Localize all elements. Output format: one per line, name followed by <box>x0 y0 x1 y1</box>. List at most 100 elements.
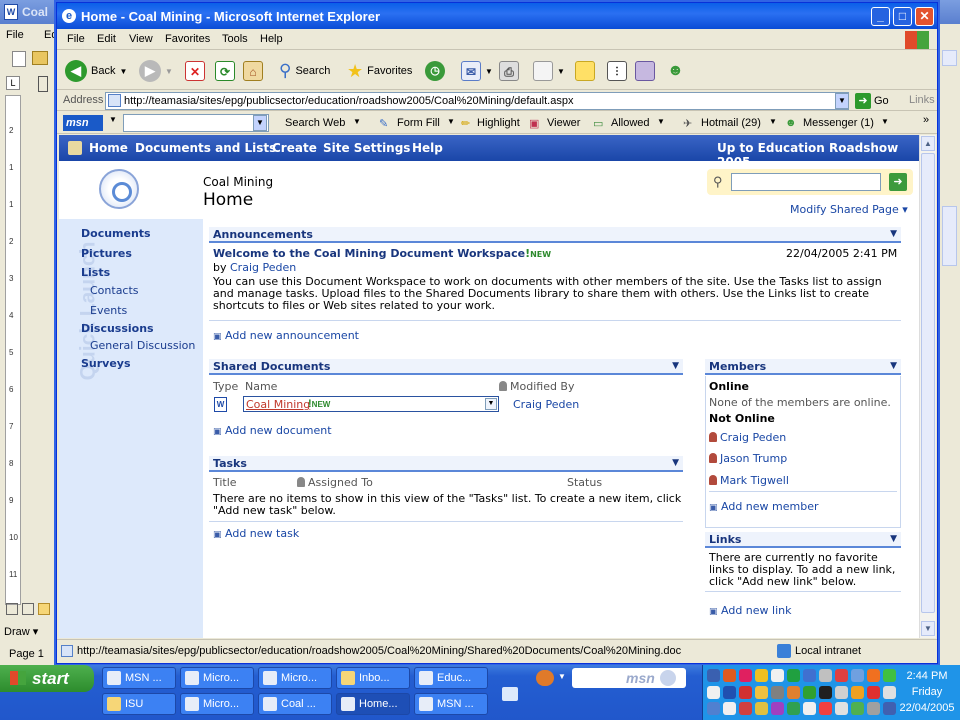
tray-icon[interactable] <box>803 669 816 682</box>
print-view-icon[interactable] <box>38 603 50 615</box>
tray-icon[interactable] <box>755 702 768 716</box>
member-mark-tigwell[interactable]: Mark Tigwell <box>709 474 789 487</box>
links-header[interactable]: Links ▼ <box>705 532 901 548</box>
menu-edit[interactable]: Edit <box>97 33 116 45</box>
close-button[interactable]: ✕ <box>915 7 934 26</box>
tray-icon[interactable] <box>771 702 784 716</box>
stop-button[interactable]: ✕ <box>185 58 205 84</box>
highlight-button[interactable]: Highlight <box>477 117 520 129</box>
allowed-dropdown-icon[interactable]: ▼ <box>657 117 665 126</box>
discuss-button[interactable] <box>635 58 655 84</box>
notes-button[interactable] <box>575 58 595 84</box>
tray-icon[interactable] <box>835 702 848 716</box>
tray-icon[interactable] <box>755 669 768 682</box>
tray-icon[interactable] <box>883 702 896 716</box>
document-name-link[interactable]: Coal Mining <box>246 398 310 411</box>
tray-icon[interactable] <box>771 669 784 682</box>
search-button[interactable]: ⚲ Search <box>279 58 330 84</box>
add-new-document-link[interactable]: ▣ Add new document <box>213 424 332 437</box>
form-fill-dropdown-icon[interactable]: ▼ <box>447 117 455 126</box>
hotmail-dropdown-icon[interactable]: ▼ <box>769 117 777 126</box>
nav-create[interactable]: Create <box>272 141 317 155</box>
nav-home[interactable]: Home <box>89 141 128 155</box>
msn-messenger-button[interactable]: ☻ <box>667 58 684 84</box>
menu-help[interactable]: Help <box>260 33 283 45</box>
tray-icon[interactable] <box>819 685 832 699</box>
page-vertical-scrollbar[interactable]: ▲ ▼ <box>919 135 936 638</box>
col-type[interactable]: Type <box>213 381 238 393</box>
col-name[interactable]: Name <box>245 381 277 393</box>
ql-pictures[interactable]: Pictures <box>81 247 132 260</box>
document-modified-by-link[interactable]: Craig Peden <box>513 398 579 411</box>
task-msn-1[interactable]: MSN ... <box>102 667 176 689</box>
word-menu-file[interactable]: File <box>6 29 24 41</box>
nav-help[interactable]: Help <box>412 141 443 155</box>
messenger-button[interactable]: ⋮ <box>607 58 627 84</box>
mail-button[interactable]: ✉ ▼ <box>461 58 493 84</box>
favorites-button[interactable]: ★ Favorites <box>347 58 412 84</box>
announcements-menu-icon[interactable]: ▼ <box>890 227 897 242</box>
ql-general-discussion[interactable]: General Discussion <box>90 339 195 352</box>
shared-documents-menu-icon[interactable]: ▼ <box>672 359 679 374</box>
nav-documents-and-lists[interactable]: Documents and Lists <box>135 141 276 155</box>
tray-icon[interactable] <box>787 669 800 682</box>
start-button[interactable]: start <box>0 665 94 692</box>
announcements-header[interactable]: Announcements ▼ <box>209 227 901 243</box>
toolbar-chevron-icon[interactable]: » <box>923 114 929 126</box>
maximize-button[interactable]: □ <box>893 7 912 26</box>
menu-view[interactable]: View <box>129 33 153 45</box>
tray-icon[interactable] <box>851 685 864 699</box>
msn-search-input[interactable] <box>123 114 269 132</box>
indent-marker-icon[interactable] <box>38 76 48 92</box>
add-new-member-link[interactable]: ▣ Add new member <box>709 500 819 513</box>
ql-contacts[interactable]: Contacts <box>90 284 139 297</box>
minimize-button[interactable]: _ <box>871 7 890 26</box>
menu-favorites[interactable]: Favorites <box>165 33 210 45</box>
new-doc-icon[interactable] <box>12 51 26 67</box>
word-scroll-up-icon[interactable] <box>942 50 957 66</box>
task-micro-1[interactable]: Micro... <box>180 667 254 689</box>
home-button[interactable]: ⌂ <box>243 58 263 84</box>
task-home[interactable]: Home... <box>336 693 410 715</box>
col-assigned-to[interactable]: Assigned To <box>297 477 373 489</box>
scroll-thumb[interactable] <box>921 153 935 613</box>
clock[interactable]: 2:44 PM Friday 22/04/2005 <box>897 668 957 716</box>
members-menu-icon[interactable]: ▼ <box>890 359 897 374</box>
edit-dropdown-icon[interactable]: ▼ <box>557 67 565 76</box>
forward-button[interactable]: ▶ ▼ <box>139 58 173 84</box>
add-new-announcement-link[interactable]: ▣ Add new announcement <box>213 329 359 342</box>
tray-icon[interactable] <box>787 685 800 699</box>
tray-icon[interactable] <box>835 685 848 699</box>
tray-icon[interactable] <box>819 669 832 682</box>
tray-icon[interactable] <box>803 702 816 716</box>
history-button[interactable]: ◷ <box>425 58 445 84</box>
tray-icon[interactable] <box>707 702 720 716</box>
allowed-button[interactable]: Allowed <box>611 117 650 129</box>
tray-icon[interactable] <box>835 669 848 682</box>
back-button[interactable]: ◀ Back ▼ <box>65 58 127 84</box>
hotmail-button[interactable]: Hotmail (29) <box>701 117 761 129</box>
tray-icon[interactable] <box>707 669 720 682</box>
task-inbox[interactable]: Inbo... <box>336 667 410 689</box>
tray-icon[interactable] <box>755 685 768 699</box>
normal-view-icon[interactable] <box>6 603 18 615</box>
draw-menu[interactable]: Draw ▾ <box>4 625 38 638</box>
msn-menu-dropdown-icon[interactable]: ▼ <box>109 115 117 124</box>
mail-dropdown-icon[interactable]: ▼ <box>485 67 493 76</box>
tray-icon[interactable] <box>803 685 816 699</box>
print-button[interactable]: ⎙ <box>499 58 519 84</box>
tray-icon[interactable] <box>723 702 736 716</box>
ql-lists[interactable]: Lists <box>81 266 110 279</box>
announcement-title[interactable]: Welcome to the Coal Mining Document Work… <box>213 248 551 261</box>
links-button[interactable]: Links <box>909 94 935 106</box>
tray-icon[interactable] <box>739 685 752 699</box>
task-educ[interactable]: Educ... <box>414 667 488 689</box>
search-web-dropdown-icon[interactable]: ▼ <box>353 117 361 126</box>
back-dropdown-icon[interactable]: ▼ <box>119 67 127 76</box>
address-input[interactable]: http://teamasia/sites/epg/publicsector/e… <box>105 92 849 110</box>
form-fill-button[interactable]: Form Fill <box>397 117 440 129</box>
document-row-selected[interactable]: Coal Mining !NEW ▼ <box>243 396 499 412</box>
ql-surveys[interactable]: Surveys <box>81 357 131 370</box>
msn-butterfly-icon[interactable] <box>536 670 554 686</box>
task-micro-3[interactable]: Micro... <box>180 693 254 715</box>
